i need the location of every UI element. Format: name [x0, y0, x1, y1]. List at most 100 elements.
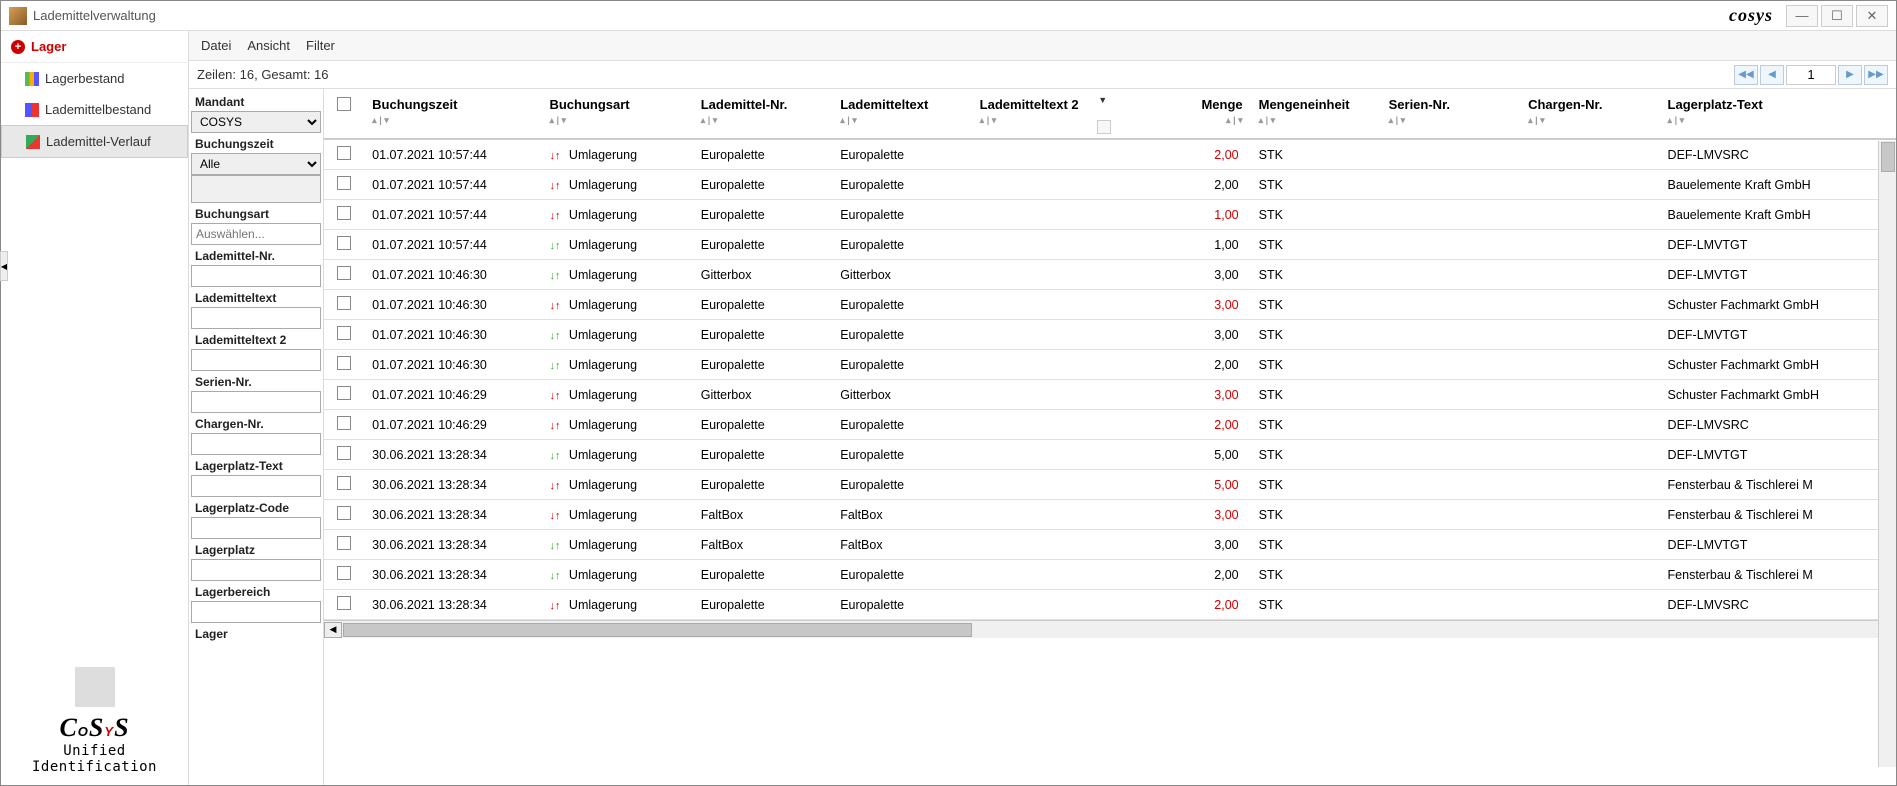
col-seriennr[interactable]: Serien-Nr.▴ | ▾ — [1381, 89, 1520, 139]
col-mengeneinheit[interactable]: Mengeneinheit▴ | ▾ — [1251, 89, 1381, 139]
tree-item-lagerbestand[interactable]: Lagerbestand — [1, 63, 188, 94]
row-check[interactable] — [324, 530, 364, 560]
filter-seriennr[interactable] — [191, 391, 321, 413]
table-row[interactable]: 01.07.2021 10:46:30↓↑ UmlagerungEuropale… — [324, 350, 1896, 380]
pager-page-input[interactable] — [1786, 65, 1836, 85]
header-row: Buchungszeit▴ | ▾ Buchungsart▴ | ▾ Ladem… — [324, 89, 1896, 139]
maximize-button[interactable]: ☐ — [1821, 5, 1853, 27]
table-row[interactable]: 01.07.2021 10:46:30↓↑ UmlagerungEuropale… — [324, 320, 1896, 350]
cell-menge: 3,00 — [1111, 260, 1250, 290]
pager-next[interactable]: ▶ — [1838, 65, 1862, 85]
arrow-up-icon: ↓↑ — [549, 240, 561, 252]
minimize-button[interactable]: — — [1786, 5, 1818, 27]
horizontal-scrollbar[interactable]: ◀ ▶ — [324, 620, 1896, 638]
row-check[interactable] — [324, 560, 364, 590]
checkbox[interactable] — [337, 176, 351, 190]
col-menge[interactable]: Menge▴ | ▾ — [1111, 89, 1250, 139]
filter-mandant[interactable]: COSYS — [191, 111, 321, 133]
row-check[interactable] — [324, 500, 364, 530]
menu-ansicht[interactable]: Ansicht — [247, 38, 290, 53]
scroll-left-icon[interactable]: ◀ — [324, 622, 342, 638]
row-check[interactable] — [324, 260, 364, 290]
row-check[interactable] — [324, 470, 364, 500]
filter-lademitteltext[interactable] — [191, 307, 321, 329]
table-row[interactable]: 30.06.2021 13:28:34↓↑ UmlagerungEuropale… — [324, 590, 1896, 620]
col-checkall[interactable] — [324, 89, 364, 139]
col-lademittelnr[interactable]: Lademittel-Nr.▴ | ▾ — [693, 89, 832, 139]
row-check[interactable] — [324, 350, 364, 380]
tree-item-lademittelbestand[interactable]: Lademittelbestand — [1, 94, 188, 125]
tree-header-lager[interactable]: + Lager — [1, 31, 188, 63]
cell-chargennr — [1520, 230, 1659, 260]
table-row[interactable]: 01.07.2021 10:57:44↓↑ UmlagerungEuropale… — [324, 230, 1896, 260]
row-check[interactable] — [324, 200, 364, 230]
checkbox[interactable] — [337, 446, 351, 460]
checkbox[interactable] — [337, 596, 351, 610]
col-lademitteltext2[interactable]: Lademitteltext 2▴ | ▾ — [972, 89, 1111, 139]
checkbox[interactable] — [337, 416, 351, 430]
col-lagerplatztext[interactable]: Lagerplatz-Text▴ | ▾ — [1660, 89, 1896, 139]
row-check[interactable] — [324, 440, 364, 470]
table-row[interactable]: 30.06.2021 13:28:34↓↑ UmlagerungEuropale… — [324, 440, 1896, 470]
checkbox[interactable] — [337, 146, 351, 160]
close-button[interactable]: ✕ — [1856, 5, 1888, 27]
table-row[interactable]: 30.06.2021 13:28:34↓↑ UmlagerungFaltBoxF… — [324, 530, 1896, 560]
table-row[interactable]: 01.07.2021 10:46:29↓↑ UmlagerungEuropale… — [324, 410, 1896, 440]
vertical-scrollbar[interactable] — [1878, 141, 1896, 767]
checkbox[interactable] — [337, 296, 351, 310]
row-check[interactable] — [324, 170, 364, 200]
checkbox[interactable] — [337, 536, 351, 550]
checkbox[interactable] — [337, 386, 351, 400]
row-check[interactable] — [324, 230, 364, 260]
filter-lagerplatztext[interactable] — [191, 475, 321, 497]
row-check[interactable] — [324, 320, 364, 350]
menu-filter[interactable]: Filter — [306, 38, 335, 53]
table-row[interactable]: 01.07.2021 10:57:44↓↑ UmlagerungEuropale… — [324, 200, 1896, 230]
row-check[interactable] — [324, 410, 364, 440]
filter-buchungsart[interactable] — [191, 223, 321, 245]
scroll-thumb[interactable] — [343, 623, 972, 637]
filter-chargennr[interactable] — [191, 433, 321, 455]
filter-lademitteltext2[interactable] — [191, 349, 321, 371]
checkbox[interactable] — [337, 356, 351, 370]
row-check[interactable] — [324, 590, 364, 620]
filter-lagerplatzcode[interactable] — [191, 517, 321, 539]
menu-datei[interactable]: Datei — [201, 38, 231, 53]
row-check[interactable] — [324, 139, 364, 170]
table-row[interactable]: 01.07.2021 10:46:30↓↑ UmlagerungEuropale… — [324, 290, 1896, 320]
table-row[interactable]: 30.06.2021 13:28:34↓↑ UmlagerungFaltBoxF… — [324, 500, 1896, 530]
cell-lademitteltext: Europalette — [832, 200, 971, 230]
col-buchungszeit[interactable]: Buchungszeit▴ | ▾ — [364, 89, 541, 139]
checkbox-all[interactable] — [337, 97, 351, 111]
table-row[interactable]: 01.07.2021 10:57:44↓↑ UmlagerungEuropale… — [324, 139, 1896, 170]
filter-lagerbereich[interactable] — [191, 601, 321, 623]
tree-item-lademittel-verlauf[interactable]: Lademittel-Verlauf — [1, 125, 188, 158]
pager-last[interactable]: ▶▶ — [1864, 65, 1888, 85]
filter-buchungszeit[interactable]: Alle — [191, 153, 321, 175]
checkbox[interactable] — [337, 326, 351, 340]
checkbox[interactable] — [337, 236, 351, 250]
table-row[interactable]: 30.06.2021 13:28:34↓↑ UmlagerungEuropale… — [324, 470, 1896, 500]
row-check[interactable] — [324, 380, 364, 410]
checkbox[interactable] — [337, 206, 351, 220]
checkbox[interactable] — [337, 266, 351, 280]
table-row[interactable]: 01.07.2021 10:57:44↓↑ UmlagerungEuropale… — [324, 170, 1896, 200]
col-buchungsart[interactable]: Buchungsart▴ | ▾ — [541, 89, 692, 139]
col-chargennr[interactable]: Chargen-Nr.▴ | ▾ — [1520, 89, 1659, 139]
dropdown-icon[interactable] — [1097, 120, 1111, 134]
table-row[interactable]: 01.07.2021 10:46:30↓↑ UmlagerungGitterbo… — [324, 260, 1896, 290]
pager-first[interactable]: ◀◀ — [1734, 65, 1758, 85]
row-check[interactable] — [324, 290, 364, 320]
table-row[interactable]: 30.06.2021 13:28:34↓↑ UmlagerungEuropale… — [324, 560, 1896, 590]
checkbox[interactable] — [337, 566, 351, 580]
checkbox[interactable] — [337, 506, 351, 520]
cell-lademittelnr: Europalette — [693, 470, 832, 500]
checkbox[interactable] — [337, 476, 351, 490]
vscroll-thumb[interactable] — [1881, 142, 1895, 172]
table-row[interactable]: 01.07.2021 10:46:29↓↑ UmlagerungGitterbo… — [324, 380, 1896, 410]
filter-lademittelnr[interactable] — [191, 265, 321, 287]
col-lademitteltext[interactable]: Lademitteltext▴ | ▾ — [832, 89, 971, 139]
pager-prev[interactable]: ◀ — [1760, 65, 1784, 85]
filter-lagerplatz[interactable] — [191, 559, 321, 581]
filter-buchungszeit-extra[interactable] — [191, 175, 321, 203]
